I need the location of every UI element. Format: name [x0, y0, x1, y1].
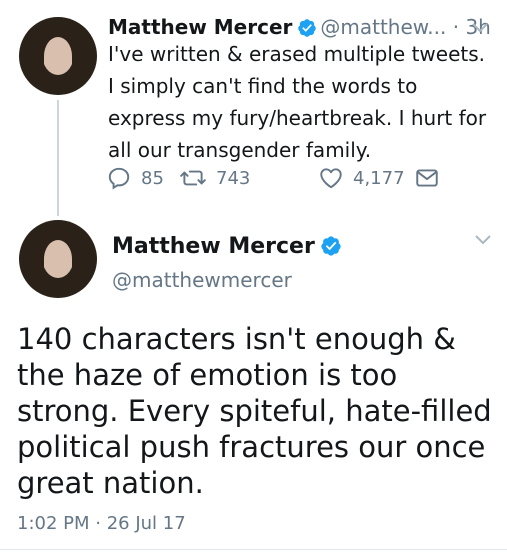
retweet-count: 743	[216, 167, 251, 189]
tweet-text: 140 characters isn't enough & the haze o…	[17, 322, 492, 500]
reply-count: 85	[141, 167, 164, 189]
author-name[interactable]: Matthew Mercer	[112, 234, 315, 259]
author-name[interactable]: Matthew Mercer	[108, 15, 292, 39]
direct-message-button[interactable]	[414, 163, 440, 193]
retweet-icon	[180, 170, 206, 186]
author-name-row: Matthew Mercer	[112, 232, 345, 262]
reply-icon	[108, 167, 130, 190]
tweet-actions: 85 743 4,177	[106, 163, 466, 193]
tweet-text: I've written & erased multiple tweets. I…	[108, 42, 487, 162]
verified-badge-icon	[321, 236, 341, 256]
author-handle[interactable]: @matthew...	[320, 15, 446, 39]
avatar[interactable]	[19, 220, 97, 298]
retweet-button[interactable]: 743	[179, 163, 250, 193]
avatar[interactable]	[19, 17, 97, 95]
like-count: 4,177	[353, 167, 405, 189]
envelope-icon	[416, 169, 438, 187]
author-handle[interactable]: @matthewmercer	[112, 266, 292, 294]
like-button[interactable]: 4,177	[318, 163, 405, 193]
verified-badge-icon	[298, 19, 317, 37]
reply-button[interactable]: 85	[106, 163, 164, 193]
chevron-down-icon[interactable]	[471, 22, 489, 34]
thread-connector-line	[57, 100, 59, 216]
chevron-down-icon[interactable]	[474, 234, 492, 246]
tweet-timestamp[interactable]: 1:02 PM · 26 Jul 17	[17, 512, 186, 536]
heart-icon	[320, 168, 342, 189]
divider	[0, 549, 507, 550]
